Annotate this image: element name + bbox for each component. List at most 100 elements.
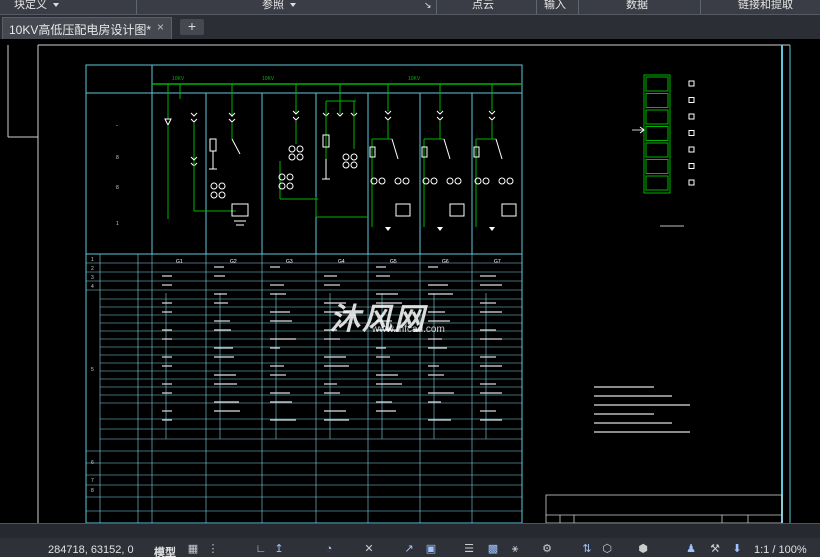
ribbon-point-cloud[interactable]: 点云 [472, 0, 494, 12]
panel-id: G5 [390, 259, 397, 265]
diagram-frame [85, 64, 523, 523]
otrack-icon[interactable]: ✕ [362, 543, 376, 556]
selection-cycling-icon[interactable]: ▩ [486, 543, 500, 556]
new-tab-button[interactable]: + [180, 19, 204, 35]
panel-g6-circuit [421, 84, 465, 231]
section-number: 1 [91, 257, 94, 263]
document-tab-bar: 10KV高低压配电房设计图* × + [0, 15, 820, 39]
row-mark: 1 [116, 221, 119, 227]
arrangement-marker [688, 130, 695, 136]
settings-icon[interactable]: ⚒ [708, 543, 722, 556]
panel-id: G7 [494, 259, 501, 265]
panel-column-dividers [205, 93, 473, 254]
panel-g3-circuit [278, 84, 318, 200]
cad-application: 块定义 参照 ↘ 点云 输入 数据 链接和提取 10KV高低压配电房设计图* ×… [0, 0, 820, 557]
bus-label: 10KV [408, 76, 421, 82]
section-number: 2 [91, 266, 94, 272]
drawing-canvas[interactable]: 10KV 10KV 10KV - 8 8 1 1 2 3 4 5 6 7 8 G… [0, 39, 820, 523]
ribbon-link-extract[interactable]: 链接和提取 [738, 0, 793, 12]
pin-icon[interactable]: ⬇ [730, 543, 744, 556]
cube-icon[interactable]: ⬡ [600, 543, 614, 556]
osnap-icon[interactable]: ◔ [322, 543, 336, 556]
workspace-icon[interactable]: ⚙ [540, 543, 554, 556]
arrangement-cell [645, 159, 669, 174]
lineweight-icon[interactable]: ▣ [424, 543, 438, 556]
arrangement-cell [645, 126, 669, 141]
ribbon-panel-bar: 块定义 参照 ↘ 点云 输入 数据 链接和提取 [0, 0, 820, 15]
ribbon-import[interactable]: 输入 [544, 0, 566, 12]
ribbon-separator [536, 0, 537, 14]
ribbon-label: 数据 [626, 0, 648, 11]
grid-icon[interactable]: ▦ [186, 543, 200, 556]
panel-id: G2 [230, 259, 237, 265]
arrangement-marker [688, 146, 695, 153]
ribbon-label: 链接和提取 [738, 0, 793, 11]
panel-id-labels: G1 G2 G3 G4 G5 G6 G7 [176, 259, 501, 265]
panel-id: G3 [286, 259, 293, 265]
ribbon-label: 参照 [262, 0, 284, 11]
arrangement-marker [688, 163, 695, 169]
annotation-scale[interactable]: 1:1 / 100% [754, 544, 807, 556]
ortho-icon[interactable]: ∟ [254, 543, 268, 556]
section-number: 6 [91, 460, 94, 466]
status-bar: 284718, 63152, 0 模型 ▦ ⋮ ∟ ↥ ◔ ✕ ↗ ▣ ☰ ▩ … [0, 523, 820, 557]
arrangement-marker [688, 113, 695, 120]
watermark-url: www.mfcad.com [372, 324, 445, 335]
menu-lines-icon[interactable]: ☰ [462, 543, 476, 556]
ribbon-separator [700, 0, 701, 14]
drawing-svg: 10KV 10KV 10KV - 8 8 1 1 2 3 4 5 6 7 8 G… [7, 44, 791, 523]
panel-arrangement-diagram [632, 74, 695, 227]
arrangement-cell [645, 76, 669, 92]
tab-document[interactable]: 10KV高低压配电房设计图* × [2, 17, 172, 39]
dynamic-input-icon[interactable]: ↗ [402, 543, 416, 556]
section-number: 7 [91, 478, 94, 484]
equipment-table-rows [86, 262, 522, 512]
coordinate-readout: 284718, 63152, 0 [48, 544, 134, 556]
ribbon-data[interactable]: 数据 [626, 0, 648, 12]
section-number: 8 [91, 488, 94, 494]
arrangement-cell [645, 93, 669, 108]
row-mark: 8 [116, 185, 119, 191]
arrangement-marker [688, 80, 695, 87]
panel-g7-circuit [473, 84, 517, 231]
ribbon-block-definition[interactable]: 块定义 [14, 0, 59, 12]
ribbon-label: 输入 [544, 0, 566, 11]
sync-icon[interactable]: ⇅ [580, 543, 594, 556]
chevron-down-icon [53, 3, 59, 8]
drawing-notes [594, 386, 690, 433]
title-block [545, 494, 783, 523]
polar-icon[interactable]: ↥ [272, 543, 286, 556]
panel-g4-circuit [315, 84, 368, 218]
panel-expand-icon[interactable]: ↘ [424, 0, 432, 12]
arrangement-cell [645, 175, 669, 191]
bus-label: 10KV [172, 76, 185, 82]
ribbon-label: 块定义 [14, 0, 47, 11]
annotation-icon[interactable]: ⚹ [508, 543, 522, 556]
panel-id: G4 [338, 259, 345, 265]
panel-g5-circuit [369, 84, 411, 231]
ribbon-reference[interactable]: 参照 [262, 0, 296, 12]
ribbon-separator [436, 0, 437, 14]
ribbon-label: 点云 [472, 0, 494, 11]
tab-title: 10KV高低压配电房设计图* [9, 23, 152, 37]
section-number: 4 [91, 284, 94, 290]
panel-circuits [164, 84, 517, 231]
isolate-icon[interactable]: ⬢ [636, 543, 650, 556]
panel-g2-circuit [209, 84, 241, 170]
panel-id: G1 [176, 259, 183, 265]
section-number: 5 [91, 367, 94, 373]
ribbon-separator [578, 0, 579, 14]
row-mark: - [116, 123, 118, 129]
ribbon-separator [136, 0, 137, 14]
arrangement-marker [688, 179, 695, 186]
section-number: 3 [91, 275, 94, 281]
close-icon[interactable]: × [157, 20, 164, 34]
model-space-button[interactable]: 模型 [154, 544, 176, 557]
arrangement-cell [645, 142, 669, 158]
command-line[interactable] [0, 524, 820, 538]
panel-id: G6 [442, 259, 449, 265]
snap-icon[interactable]: ⋮ [206, 543, 220, 556]
arrangement-marker [688, 97, 695, 103]
bus-label: 10KV [262, 76, 275, 82]
user-icon[interactable]: ♟ [684, 543, 698, 556]
